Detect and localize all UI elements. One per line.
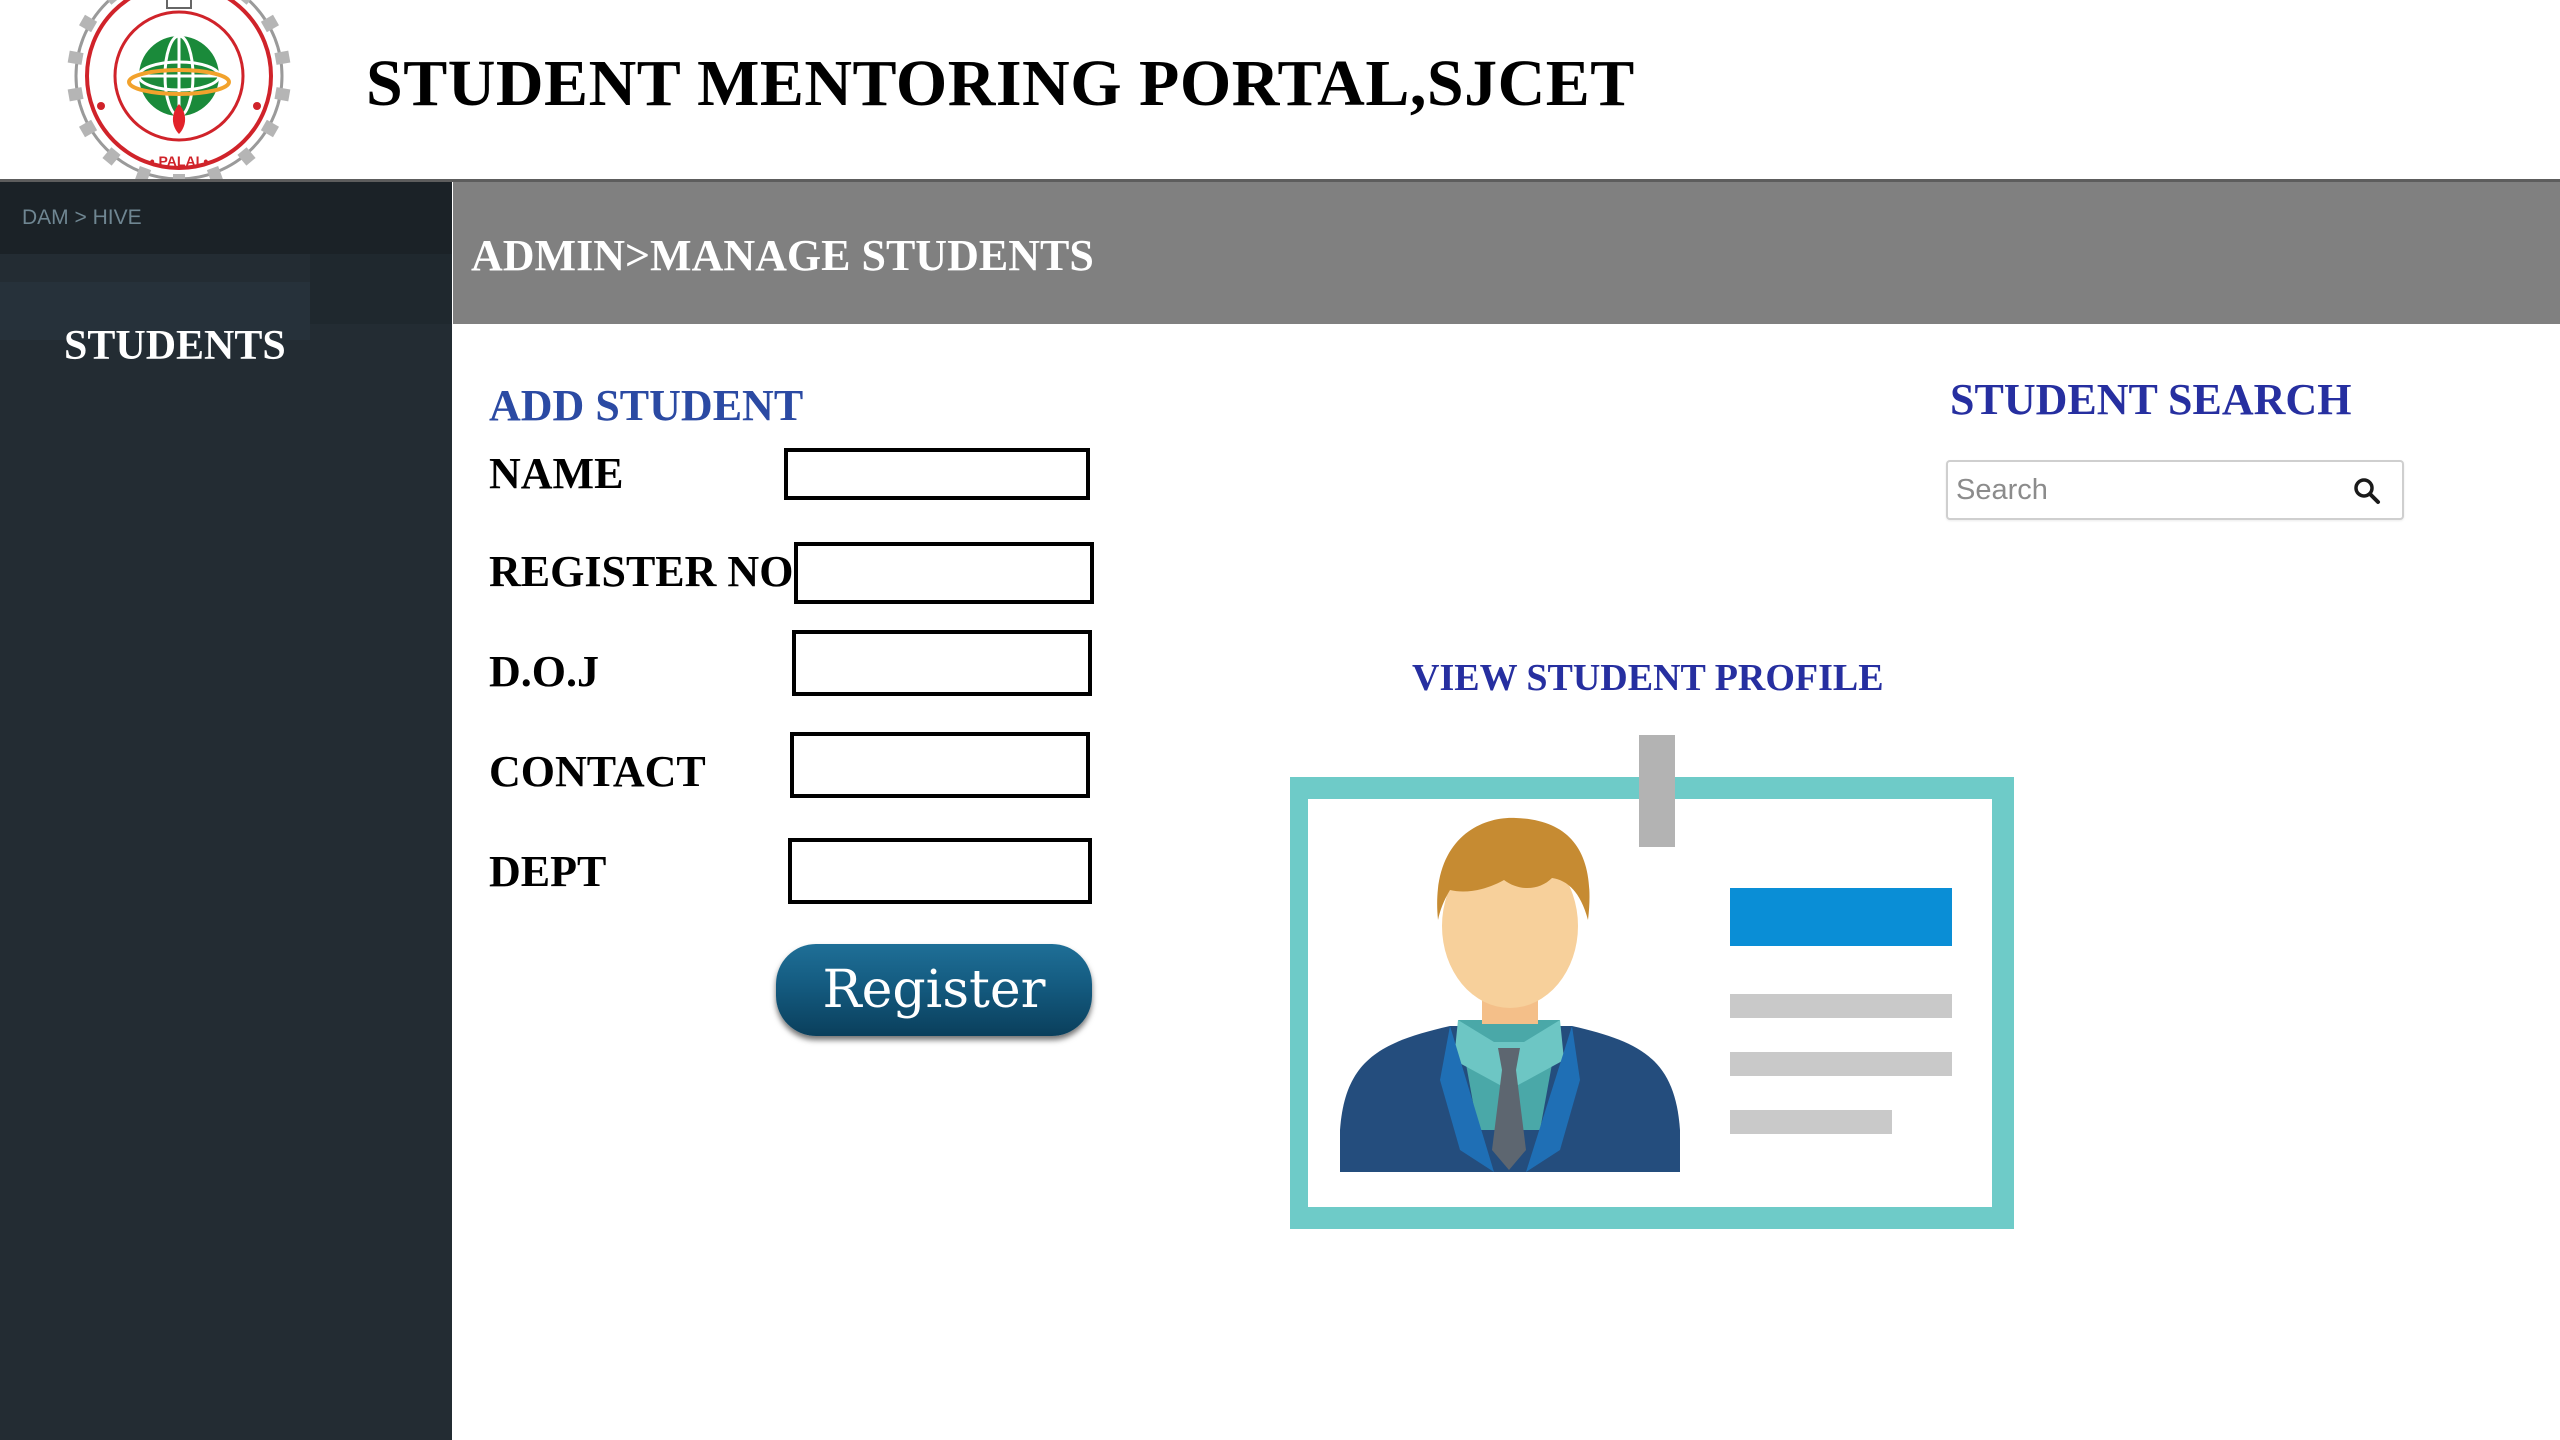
- sidebar-divider-block: [310, 254, 452, 324]
- doj-label: D.O.J: [489, 647, 599, 696]
- breadcrumb[interactable]: DAM > HIVE: [0, 182, 452, 254]
- register-button[interactable]: Register: [776, 944, 1092, 1036]
- dept-label: DEPT: [489, 847, 607, 896]
- sidebar: DAM > HIVE STUDENTS: [0, 182, 452, 1440]
- doj-input[interactable]: [792, 630, 1092, 696]
- header: • PALAI • STUDENT MENTORING PORTAL,SJCET: [0, 0, 2560, 184]
- name-label: NAME: [489, 449, 624, 498]
- search-input[interactable]: [1954, 466, 2334, 514]
- register-no-input[interactable]: [794, 542, 1094, 604]
- register-no-label: REGISTER NO.: [489, 547, 805, 596]
- page-title: ADMIN>MANAGE STUDENTS: [471, 231, 1094, 280]
- dept-input[interactable]: [788, 838, 1092, 904]
- id-card-icon[interactable]: [1290, 730, 2020, 1246]
- sidebar-item-students[interactable]: STUDENTS: [64, 322, 286, 370]
- contact-input[interactable]: [790, 732, 1090, 798]
- name-input[interactable]: [784, 448, 1090, 500]
- search-box: [1946, 460, 2404, 520]
- page-title-bar: ADMIN>MANAGE STUDENTS: [453, 182, 2560, 324]
- view-student-profile-heading[interactable]: VIEW STUDENT PROFILE: [1412, 656, 1884, 700]
- svg-text:• PALAI •: • PALAI •: [150, 153, 209, 169]
- add-student-heading: ADD STUDENT: [489, 381, 804, 430]
- search-icon[interactable]: [2352, 476, 2382, 506]
- student-search-heading: STUDENT SEARCH: [1950, 375, 2352, 424]
- contact-label: CONTACT: [489, 747, 706, 796]
- college-logo: • PALAI •: [67, 0, 291, 184]
- site-title: STUDENT MENTORING PORTAL,SJCET: [366, 47, 1635, 120]
